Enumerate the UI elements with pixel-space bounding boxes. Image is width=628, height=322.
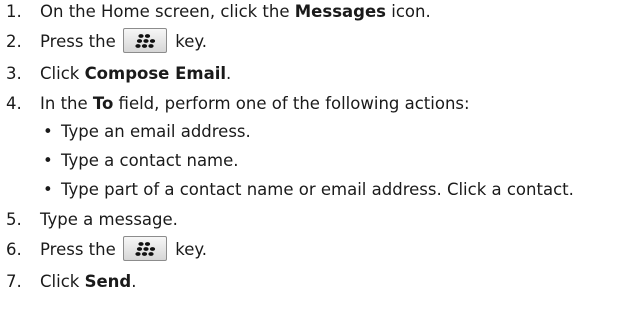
step-text: . (131, 272, 137, 291)
step-number: 3. (6, 64, 22, 83)
step-text: Click (40, 272, 85, 291)
step-text: Press the (40, 32, 121, 51)
step-number: 7. (6, 272, 22, 291)
step-text: . (226, 64, 232, 83)
step-number: 4. (6, 94, 22, 113)
list-item: • Type a contact name. (40, 151, 628, 171)
step-7: 7. Click Send. (0, 272, 628, 292)
step-text: On the Home screen, click the (40, 2, 295, 21)
action-options-list: • Type an email address. • Type a contact … (40, 122, 628, 200)
bullet: • (43, 151, 53, 170)
step-text: Type a message. (40, 210, 178, 229)
step-text: key. (170, 240, 208, 259)
step-bold-text: Send (84, 272, 132, 291)
step-3: 3. Click Compose Email. (0, 64, 628, 84)
step-bold-text: Messages (294, 2, 386, 21)
step-text: In the (40, 94, 93, 113)
step-bold-text: To (92, 94, 114, 113)
step-text: key. (170, 32, 208, 51)
step-1: 1. On the Home screen, click the Messages… (0, 2, 628, 22)
step-number: 6. (6, 240, 22, 259)
step-text: icon. (385, 2, 431, 21)
steps-list: 1. On the Home screen, click the Messages… (0, 2, 628, 292)
step-6: 6. Press the key. (0, 236, 628, 261)
bullet: • (43, 122, 53, 141)
step-text: Click (40, 64, 85, 83)
list-item: • Type part of a contact name or email ad… (40, 180, 628, 200)
bullet: • (43, 180, 53, 199)
instructions-page: 1. On the Home screen, click the Messages… (0, 0, 628, 322)
blackberry-menu-key-icon (123, 236, 167, 261)
step-number: 5. (6, 210, 22, 229)
step-2: 2. Press the key. (0, 28, 628, 53)
step-text: Press the (40, 240, 121, 259)
step-number: 1. (6, 2, 22, 21)
step-text: field, perform one of the following acti… (113, 94, 470, 113)
step-5: 5. Type a message. (0, 210, 628, 230)
step-4: 4. In the To field, perform one of the fo… (0, 94, 628, 200)
list-item-text: Type an email address. (61, 122, 251, 141)
step-bold-text: Compose Email (84, 64, 227, 83)
list-item-text: Type part of a contact name or email add… (61, 180, 574, 199)
list-item-text: Type a contact name. (61, 151, 239, 170)
list-item: • Type an email address. (40, 122, 628, 142)
step-number: 2. (6, 32, 22, 51)
blackberry-menu-key-icon (123, 28, 167, 53)
